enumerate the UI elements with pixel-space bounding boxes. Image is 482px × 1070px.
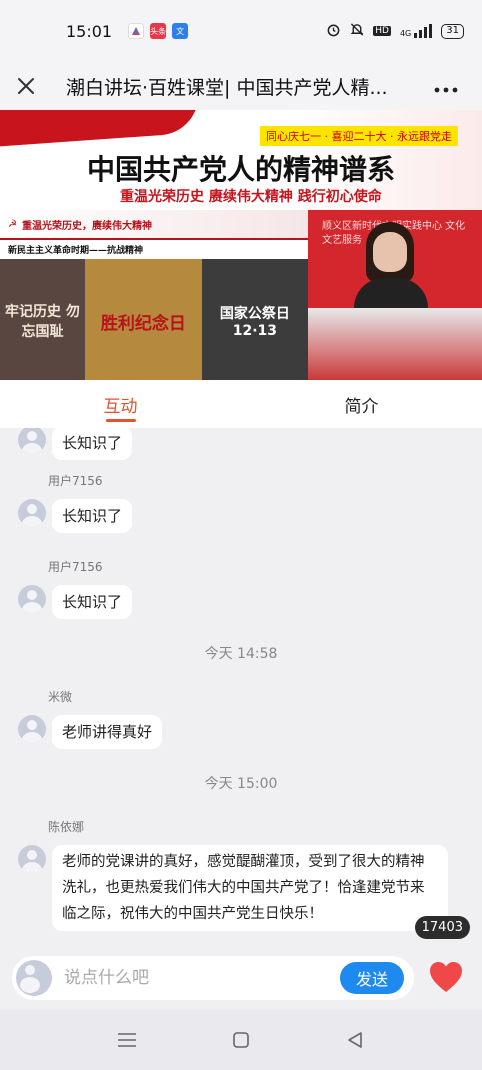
slide-panels: 牢记历史 勿忘国耻 胜利纪念日 国家公祭日 12·13 bbox=[0, 259, 308, 380]
avatar bbox=[18, 585, 46, 613]
heart-icon bbox=[430, 962, 462, 992]
chat-message-row: 老师的党课讲的真好，感觉醍醐灌顶，受到了很大的精神洗礼，也更热爱我们伟大的中国共… bbox=[18, 845, 448, 931]
close-button[interactable] bbox=[2, 62, 50, 110]
mute-icon bbox=[350, 22, 364, 40]
chat-username: 用户7156 bbox=[48, 560, 103, 574]
chat-bubble: 长知识了 bbox=[52, 585, 133, 619]
comment-input[interactable] bbox=[64, 968, 334, 988]
video-header-graphic: 同心庆七一 · 喜迎二十大 · 永远跟党走 中国共产党人的精神谱系 重温光荣历史… bbox=[0, 110, 482, 210]
chat-bubble: 长知识了 bbox=[52, 499, 133, 533]
like-button[interactable] bbox=[428, 960, 464, 996]
tab-bar: 互动 简介 bbox=[0, 380, 482, 428]
time-divider: 今天 14:58 bbox=[204, 646, 278, 662]
page-title: 潮白讲坛·百姓课堂| 中国共产党人精... bbox=[66, 76, 388, 99]
chat-message: 用户7156 长知识了 bbox=[18, 558, 133, 619]
translate-icon: 文 bbox=[172, 23, 189, 39]
video-player[interactable]: 同心庆七一 · 喜迎二十大 · 永远跟党走 中国共产党人的精神谱系 重温光荣历史… bbox=[0, 110, 482, 380]
video-slogan: 同心庆七一 · 喜迎二十大 · 永远跟党走 bbox=[260, 126, 458, 146]
avatar bbox=[18, 499, 46, 527]
slide-panel-history: 牢记历史 勿忘国耻 bbox=[0, 259, 85, 380]
speaker-view: 顺义区新时代文明实践中心 文化文艺服务 bbox=[308, 210, 482, 380]
close-icon bbox=[18, 78, 34, 94]
menu-button[interactable] bbox=[114, 1027, 140, 1053]
slide-era: 新民主主义革命时期——抗战精神 bbox=[8, 246, 144, 256]
chat-message: 陈依娜 老师的党课讲的真好，感觉醍醐灌顶，受到了很大的精神洗礼，也更热爱我们伟大… bbox=[18, 818, 448, 931]
slide-content: ☭ 重温光荣历史，赓续伟大精神 新民主主义革命时期——抗战精神 牢记历史 勿忘国… bbox=[0, 210, 308, 380]
tab-interact-label: 互动 bbox=[103, 396, 138, 417]
slide-panel-memorial: 国家公祭日 12·13 bbox=[201, 259, 308, 380]
status-indicators: HD 4G 31 bbox=[326, 22, 464, 40]
speaker-figure bbox=[354, 218, 428, 312]
hd-icon: HD bbox=[373, 26, 391, 36]
chat-message: 米微 老师讲得真好 bbox=[18, 688, 163, 749]
avatar bbox=[18, 428, 46, 454]
red-ribbon-graphic bbox=[0, 110, 202, 148]
menu-icon bbox=[118, 1033, 136, 1047]
tab-intro-label: 简介 bbox=[344, 396, 379, 417]
speaker-bottom-graphic bbox=[308, 308, 482, 380]
comment-input-box: 发送 bbox=[12, 956, 414, 1000]
chat-list[interactable]: 长知识了 用户7156 长知识了 用户7156 长知识了 今天 14:58 米微… bbox=[0, 428, 482, 946]
ali-app-icon bbox=[128, 23, 145, 39]
comment-bar: 发送 bbox=[0, 946, 482, 1010]
chat-bubble: 老师的党课讲的真好，感觉醍醐灌顶，受到了很大的精神洗礼，也更热爱我们伟大的中国共… bbox=[52, 845, 448, 931]
home-button[interactable] bbox=[228, 1027, 254, 1053]
send-button[interactable]: 发送 bbox=[340, 962, 404, 994]
battery-icon: 31 bbox=[441, 23, 464, 39]
back-icon bbox=[348, 1032, 362, 1048]
system-nav-bar bbox=[0, 1010, 482, 1070]
nav-bar: 潮白讲坛·百姓课堂| 中国共产党人精... bbox=[0, 62, 482, 110]
alarm-icon bbox=[326, 22, 341, 40]
status-app-icons: 头条 文 bbox=[128, 23, 189, 39]
back-button[interactable] bbox=[342, 1027, 368, 1053]
chat-message: 长知识了 bbox=[18, 428, 133, 460]
speaker-face bbox=[373, 232, 407, 272]
chat-message: 用户7156 长知识了 bbox=[18, 472, 133, 533]
party-emblem-icon: ☭ bbox=[8, 218, 17, 230]
video-subtitle: 重温光荣历史 赓续伟大精神 践行初心使命 bbox=[120, 189, 382, 205]
toutiao-icon: 头条 bbox=[150, 23, 167, 39]
chat-message-row: 长知识了 bbox=[18, 428, 133, 460]
slide-banner: ☭ 重温光荣历史，赓续伟大精神 bbox=[0, 210, 308, 240]
chat-message-row: 长知识了 bbox=[18, 499, 133, 533]
avatar bbox=[18, 845, 46, 873]
tab-active-indicator bbox=[105, 419, 136, 422]
signal-icon: 4G bbox=[399, 24, 433, 38]
slide-banner-text: 重温光荣历史，赓续伟大精神 bbox=[21, 220, 152, 232]
home-icon bbox=[233, 1032, 249, 1048]
avatar bbox=[18, 715, 46, 743]
network-type: 4G bbox=[399, 29, 412, 38]
chat-message-row: 老师讲得真好 bbox=[18, 715, 163, 749]
speaker-body bbox=[354, 278, 428, 312]
slide-panel-victory: 胜利纪念日 bbox=[84, 259, 202, 380]
more-icon bbox=[434, 87, 458, 92]
video-title: 中国共产党人的精神谱系 bbox=[86, 153, 395, 186]
chat-bubble: 老师讲得真好 bbox=[52, 715, 163, 749]
status-time: 15:01 bbox=[66, 21, 113, 41]
tab-intro[interactable]: 简介 bbox=[241, 380, 482, 428]
chat-username: 米微 bbox=[48, 690, 73, 704]
tab-interact[interactable]: 互动 bbox=[0, 380, 241, 428]
status-bar: 15:01 头条 文 HD 4G 31 bbox=[0, 0, 482, 62]
view-count-badge: 17403 bbox=[414, 916, 470, 939]
chat-username: 用户7156 bbox=[48, 474, 103, 488]
chat-bubble: 长知识了 bbox=[52, 428, 133, 460]
my-avatar bbox=[16, 960, 52, 996]
time-divider: 今天 15:00 bbox=[204, 776, 278, 792]
more-button[interactable] bbox=[434, 74, 458, 99]
chat-username: 陈依娜 bbox=[48, 820, 85, 834]
chat-message-row: 长知识了 bbox=[18, 585, 133, 619]
